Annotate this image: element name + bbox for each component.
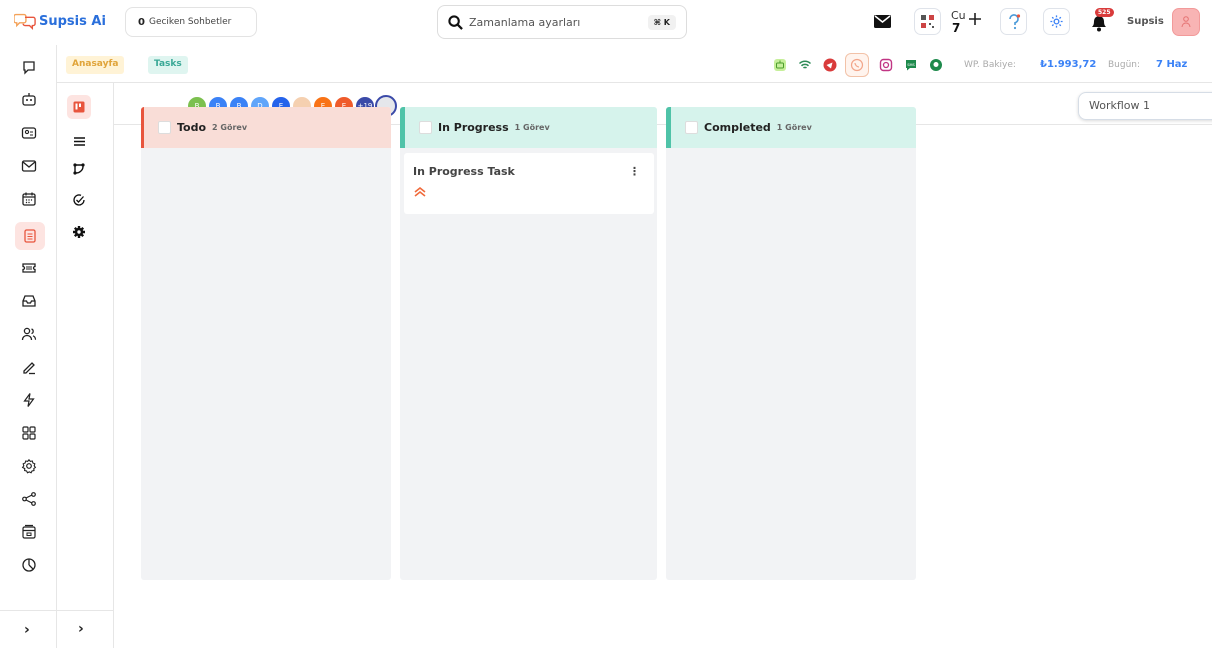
svg-text:SMS: SMS xyxy=(907,63,915,67)
column-checkbox[interactable] xyxy=(158,121,171,134)
user-name[interactable]: Supsis xyxy=(1127,16,1164,27)
share-icon[interactable] xyxy=(20,490,38,508)
search-bar[interactable]: Zamanlama ayarları ⌘ K xyxy=(437,5,687,39)
wp-balance-value: ₺1.993,72 xyxy=(1040,59,1097,70)
workflow-icon[interactable] xyxy=(71,161,87,177)
wifi-channel-icon[interactable] xyxy=(798,58,812,72)
tasks-icon[interactable] xyxy=(15,222,45,250)
today-label: Bugün: xyxy=(1108,60,1141,70)
task-card[interactable]: In Progress Task ⋮ xyxy=(404,153,654,214)
workflow-select[interactable]: Workflow 1 ∨ xyxy=(1078,92,1212,120)
apps-grid-icon[interactable] xyxy=(20,424,38,442)
search-icon xyxy=(448,14,463,30)
priority-high-icon xyxy=(414,187,426,197)
breadcrumb-home[interactable]: Anasayfa xyxy=(66,56,125,74)
notifications-button[interactable]: 525 xyxy=(1088,8,1114,34)
sub-header: Anasayfa Tasks SMS WP. Bakiye: ₺1.993,72… xyxy=(57,45,1212,83)
calendar-date: 7 xyxy=(952,21,961,35)
main-sidebar: › xyxy=(0,45,57,648)
qr-icon xyxy=(921,15,934,28)
ticket-icon[interactable] xyxy=(20,259,38,277)
app-name: Supsis Ai xyxy=(39,13,106,29)
logo-icon xyxy=(14,13,36,30)
app-logo[interactable]: Supsis Ai xyxy=(14,11,106,31)
calendar-icon[interactable] xyxy=(20,190,38,208)
late-chats-count: 0 xyxy=(138,16,145,28)
robot-icon[interactable] xyxy=(20,91,38,109)
whatsapp-icon xyxy=(850,58,864,72)
column-header[interactable]: Completed 1 Görev xyxy=(666,107,916,148)
column-count: 1 Görev xyxy=(514,123,550,132)
plus-icon xyxy=(969,13,981,25)
notification-badge: 525 xyxy=(1095,8,1114,17)
late-chats-button[interactable]: 0 Geciken Sohbetler xyxy=(125,7,257,37)
kanban-icon[interactable] xyxy=(67,95,91,119)
late-chats-label: Geciken Sohbetler xyxy=(148,17,232,27)
bot-channel-icon[interactable] xyxy=(773,58,787,72)
chart-icon[interactable] xyxy=(20,556,38,574)
kanban-column-todo: Todo 2 Görev xyxy=(141,107,391,580)
contact-card-icon[interactable] xyxy=(20,124,38,142)
sms-icon[interactable]: SMS xyxy=(904,58,918,72)
top-bar: Supsis Ai 0 Geciken Sohbetler Zamanlama … xyxy=(0,0,1212,45)
users-icon[interactable] xyxy=(20,325,38,343)
billing-icon[interactable] xyxy=(20,523,38,541)
column-header[interactable]: In Progress 1 Görev xyxy=(400,107,657,148)
today-value: 7 Haz xyxy=(1156,59,1188,70)
edit-icon[interactable] xyxy=(20,358,38,376)
column-header[interactable]: Todo 2 Görev xyxy=(141,107,391,148)
list-icon[interactable] xyxy=(71,133,87,149)
column-title: Completed xyxy=(704,121,771,134)
qr-button[interactable] xyxy=(914,8,941,35)
workflow-select-value: Workflow 1 xyxy=(1089,99,1151,112)
column-count: 2 Görev xyxy=(212,123,248,132)
search-input[interactable]: Zamanlama ayarları xyxy=(469,16,580,29)
support-agent-icon[interactable] xyxy=(929,58,943,72)
check-circle-icon[interactable] xyxy=(71,192,87,208)
user-icon xyxy=(1181,16,1191,28)
sidebar-expand-icon[interactable]: › xyxy=(24,622,30,638)
column-checkbox[interactable] xyxy=(685,121,698,134)
search-shortcut: ⌘ K xyxy=(647,15,676,30)
column-title: Todo xyxy=(177,121,207,134)
wp-balance-label: WP. Bakiye: xyxy=(964,60,1016,70)
more-vertical-icon[interactable]: ⋮ xyxy=(629,165,640,178)
calendar-quick-add[interactable]: Cu 7 xyxy=(950,8,982,36)
settings-icon[interactable] xyxy=(20,457,38,475)
mail-icon[interactable] xyxy=(20,157,38,175)
task-title: In Progress Task xyxy=(413,165,515,178)
telegram-icon[interactable] xyxy=(823,58,837,72)
kanban-column-in-progress: In Progress 1 Görev In Progress Task ⋮ xyxy=(400,107,657,580)
chat-bubble-icon[interactable] xyxy=(20,58,38,76)
gear-icon xyxy=(1050,15,1063,28)
instagram-icon[interactable] xyxy=(879,58,893,72)
breadcrumb-current[interactable]: Tasks xyxy=(148,56,188,74)
column-count: 1 Görev xyxy=(776,123,812,132)
column-checkbox[interactable] xyxy=(419,121,432,134)
inbox-icon[interactable] xyxy=(20,292,38,310)
help-icon xyxy=(1008,13,1020,29)
tasks-sidebar-expand-icon[interactable]: › xyxy=(78,621,84,637)
column-title: In Progress xyxy=(438,121,509,134)
cog-icon[interactable] xyxy=(71,224,87,240)
user-avatar[interactable] xyxy=(1172,8,1200,36)
settings-button[interactable] xyxy=(1043,8,1070,35)
whatsapp-channel-button[interactable] xyxy=(845,53,869,77)
help-button[interactable] xyxy=(1000,8,1027,35)
kanban-column-completed: Completed 1 Görev xyxy=(666,107,916,580)
mail-icon[interactable] xyxy=(874,15,891,28)
lightning-icon[interactable] xyxy=(20,391,38,409)
tasks-sidebar: › xyxy=(57,83,114,648)
